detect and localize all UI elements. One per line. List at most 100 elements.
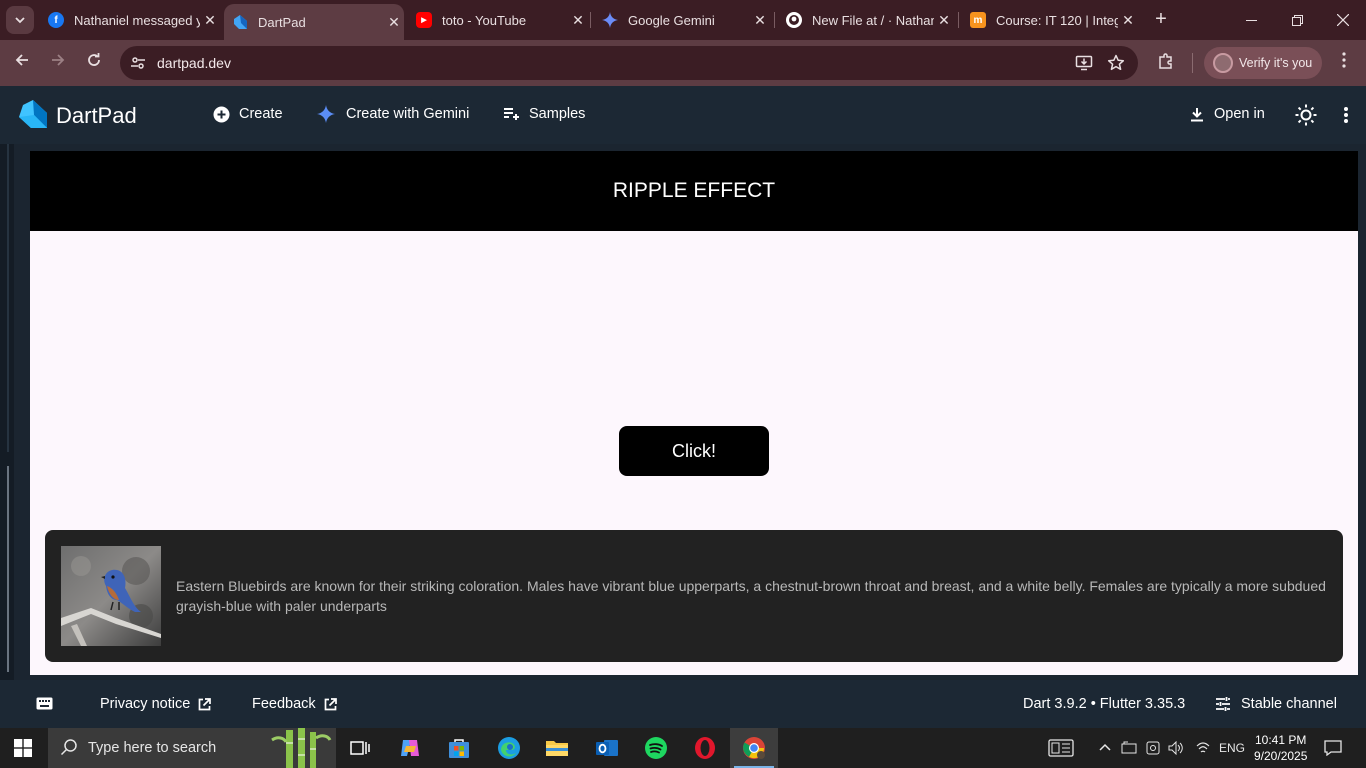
site-settings-icon[interactable] [130,55,146,71]
puzzle-icon [1159,53,1172,69]
language-indicator[interactable]: ENG [1219,741,1245,755]
taskbar-search[interactable]: Type here to search [48,728,336,768]
tab-title: Course: IT 120 | Integ [996,12,1118,28]
chrome-menu-button[interactable] [1333,52,1355,74]
channel-selector[interactable]: Stable channel [1215,696,1337,712]
windows-start-icon[interactable] [14,739,32,757]
youtube-icon: ▶ [416,12,432,28]
tab-course[interactable]: m Course: IT 120 | Integ ✕ [962,0,1138,40]
close-icon [1337,14,1349,26]
copilot-icon[interactable] [398,736,422,760]
profile-label: Verify it's you [1239,56,1313,70]
tab-youtube[interactable]: ▶ toto - YouTube ✕ [408,0,588,40]
edge-icon[interactable] [497,736,521,760]
create-with-gemini-button[interactable]: Create with Gemini [317,105,469,123]
tab-separator [590,12,591,28]
feedback-link[interactable]: Feedback [252,696,337,712]
extensions-button[interactable] [1155,52,1177,74]
search-placeholder: Type here to search [88,740,217,756]
samples-label: Samples [529,106,586,122]
chrome-icon[interactable] [742,736,766,760]
open-in-label: Open in [1214,106,1265,122]
theme-toggle-button[interactable] [1295,104,1317,126]
minimize-button[interactable] [1228,0,1274,40]
windows-taskbar: Type here to search ENG 10:41 PM 9/20/20… [0,728,1366,768]
moodle-icon: m [970,12,986,28]
tab-facebook[interactable]: f Nathaniel messaged y ✕ [40,0,220,40]
task-view-icon[interactable] [348,736,372,760]
wifi-icon[interactable] [1196,741,1210,755]
channel-label: Stable channel [1241,696,1337,712]
chevron-down-icon [15,17,25,24]
meet-now-icon[interactable] [1146,741,1160,755]
privacy-label: Privacy notice [100,696,191,712]
status-bar: Privacy notice Feedback Dart 3.9.2 • Flu… [0,680,1366,728]
profile-button[interactable]: Verify it's you [1204,47,1322,79]
new-tab-button[interactable]: + [1150,8,1172,30]
reload-icon [88,53,100,66]
file-explorer-icon[interactable] [545,736,569,760]
keyboard-icon [36,697,53,710]
clock[interactable]: 10:41 PM 9/20/2025 [1254,732,1307,764]
close-icon[interactable]: ✕ [750,12,770,29]
open-in-button[interactable]: Open in [1188,105,1265,123]
app-header-title: RIPPLE EFFECT [612,179,776,202]
tab-gemini[interactable]: Google Gemini ✕ [594,0,770,40]
back-button[interactable] [11,52,33,74]
tab-title: toto - YouTube [442,12,527,28]
tab-github[interactable]: New File at / · Nathan ✕ [778,0,954,40]
install-app-icon[interactable] [1075,54,1093,77]
chevron-up-icon[interactable] [1098,741,1112,755]
tab-title: New File at / · Nathan [812,12,934,28]
tab-dartpad[interactable]: DartPad ✕ [224,4,404,40]
close-icon[interactable]: ✕ [1118,12,1138,29]
battery-icon[interactable] [1120,741,1138,755]
restore-button[interactable] [1274,0,1320,40]
opera-icon[interactable] [693,736,717,760]
bluebird-description: Eastern Bluebirds are known for their st… [176,578,1326,614]
forward-button[interactable] [47,52,69,74]
app-header: RIPPLE EFFECT [30,151,1358,231]
more-menu-button[interactable] [1344,107,1348,123]
scroll-handle[interactable] [7,466,9,672]
close-icon[interactable]: ✕ [934,12,954,29]
close-icon[interactable]: ✕ [200,12,220,29]
browser-toolbar: dartpad.dev Verify it's you [0,40,1366,86]
tab-search-button[interactable] [6,6,34,34]
keyboard-shortcuts-button[interactable] [36,697,53,710]
volume-icon[interactable] [1168,741,1184,755]
spotify-icon[interactable] [644,736,668,760]
address-bar[interactable]: dartpad.dev [120,46,1138,80]
github-icon [786,12,802,28]
dartpad-appbar: DartPad Create Create with Gemini Sample… [0,86,1366,144]
sun-icon [1295,104,1317,126]
privacy-notice-link[interactable]: Privacy notice [100,696,212,712]
toolbar-divider [1192,53,1193,73]
arrow-right-icon [52,54,65,66]
version-info: Dart 3.9.2 • Flutter 3.35.3 [1023,696,1185,712]
url-text[interactable]: dartpad.dev [157,55,231,71]
gemini-icon [317,105,335,123]
reload-button[interactable] [83,52,105,74]
add-circle-icon [212,105,230,123]
samples-button[interactable]: Samples [502,105,585,123]
create-label: Create [239,106,283,122]
close-icon[interactable]: ✕ [568,12,588,29]
news-widget-icon[interactable] [1048,739,1074,757]
arrow-left-icon [15,54,28,66]
search-icon [60,738,78,761]
bookmark-star-icon[interactable] [1107,54,1125,77]
create-button[interactable]: Create [212,105,283,123]
notification-icon[interactable] [1324,740,1342,756]
gemini-label: Create with Gemini [346,106,470,122]
playlist-add-icon [502,105,520,123]
tab-title: Google Gemini [628,12,715,28]
close-window-button[interactable] [1320,0,1366,40]
bluebird-image [61,546,161,646]
close-icon[interactable]: ✕ [384,14,404,31]
app-title: DartPad [56,103,137,128]
more-vert-icon [1342,52,1346,68]
outlook-icon[interactable] [595,736,619,760]
microsoft-store-icon[interactable] [447,736,471,760]
click-button[interactable]: Click! [619,426,769,476]
